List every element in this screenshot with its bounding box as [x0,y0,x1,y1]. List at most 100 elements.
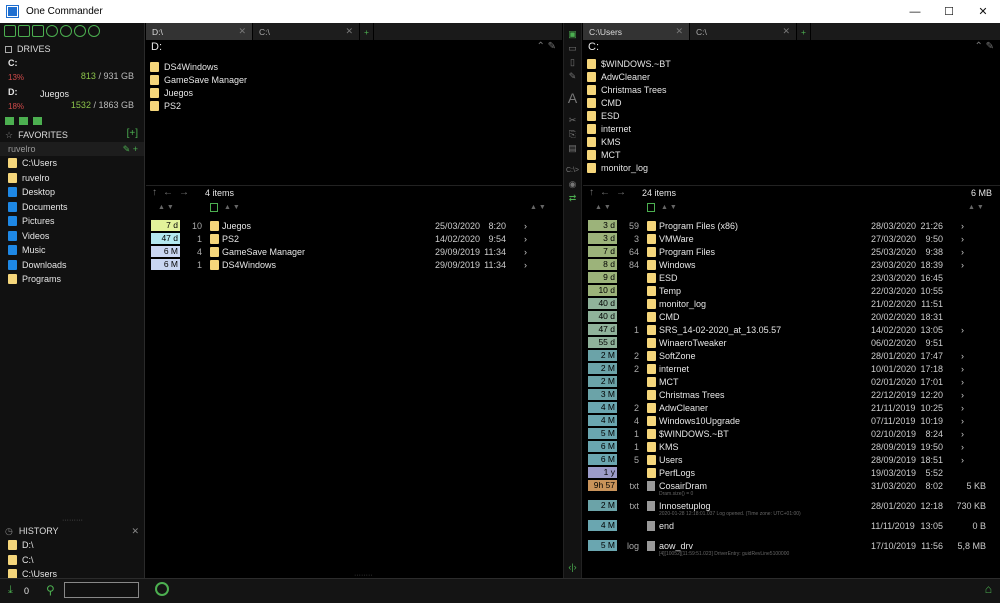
path-tools-icon[interactable]: ⌃ ✎ [974,41,994,52]
file-row[interactable]: 3 M Christmas Trees 22/12/2019 12:20 › [583,388,1000,401]
cut-icon[interactable]: ✂ [564,113,581,127]
forward-arrow-icon[interactable]: → [616,187,626,198]
right-sort-row[interactable]: ▲ ▼ ▲ ▼ ▲ ▼ [583,202,1000,215]
folder-action-icon[interactable] [19,117,28,125]
tab-right-1[interactable]: C:\ ✕ [690,23,797,40]
clear-history-icon[interactable]: ✕ [131,526,139,537]
theme-icon[interactable] [60,25,72,37]
tab-left-0[interactable]: D:\ ✕ [146,23,253,40]
folder-tree-item[interactable]: monitor_log [583,161,1000,174]
file-row[interactable]: 6 M 5 Users 28/09/2019 18:51 › [583,453,1000,466]
file-row[interactable]: 6 M 1 KMS 28/09/2019 19:50 › [583,440,1000,453]
file-row[interactable]: 6 M 4 GameSave Manager 29/09/2019 11:34 › [146,245,562,258]
sort-age-icon[interactable]: ▲ ▼ [595,204,611,211]
search-input[interactable] [64,582,139,598]
split-handle-icon[interactable]: ‹|› [564,560,581,574]
sort-date-icon[interactable]: ▲ ▼ [530,204,546,211]
back-arrow-icon[interactable]: ← [600,187,610,198]
folder-tree-item[interactable]: $WINDOWS.~BT [583,57,1000,70]
file-row[interactable]: 3 d 3 VMWare 27/03/2020 9:50 › [583,232,1000,245]
image-preview-icon[interactable]: ▣ [564,27,581,41]
expand-chevron-icon[interactable]: › [961,442,964,452]
download-queue-icon[interactable]: ⤓ [8,584,13,597]
file-row[interactable]: 47 d 1 SRS_14-02-2020_at_13.05.57 14/02/202… [583,323,1000,336]
expand-chevron-icon[interactable]: › [961,247,964,257]
list-view-icon[interactable] [18,25,30,37]
file-row[interactable]: 2 M 2 internet 10/01/2020 17:18 › [583,362,1000,375]
file-row[interactable]: 1 y PerfLogs 19/03/2019 5:52 [583,466,1000,479]
folder-tree-item[interactable]: MCT [583,148,1000,161]
folder-tree-item[interactable]: internet [583,122,1000,135]
folder-tree-item[interactable]: ESD [583,109,1000,122]
new-tab-button[interactable]: + [360,23,374,40]
back-arrow-icon[interactable]: ← [163,187,173,198]
expand-chevron-icon[interactable]: › [961,234,964,244]
expand-chevron-icon[interactable]: › [961,403,964,413]
folder-tree-item[interactable]: PS2 [146,99,562,112]
folder-tree-item[interactable]: KMS [583,135,1000,148]
font-icon[interactable]: A [564,90,581,106]
favorite-item[interactable]: Music [0,243,144,258]
file-row[interactable]: 8 d 84 Windows 23/03/2020 18:39 › [583,258,1000,271]
new-folder-icon[interactable]: ▭ [564,41,581,55]
file-row[interactable]: 5 M 1 $WINDOWS.~BT 02/10/2019 8:24 › [583,427,1000,440]
sort-name-icon[interactable]: ▲ ▼ [224,204,240,211]
file-row[interactable]: 10 d Temp 22/03/2020 10:55 [583,284,1000,297]
open-folder-icon[interactable] [33,117,42,125]
new-tab-button[interactable]: + [797,23,811,40]
folder-tree-item[interactable]: Christmas Trees [583,83,1000,96]
folder-tree-item[interactable]: CMD [583,96,1000,109]
expand-chevron-icon[interactable]: › [524,247,527,257]
swap-panes-icon[interactable]: ⇄ [564,191,581,205]
sort-age-icon[interactable]: ▲ ▼ [158,204,174,211]
favorite-item[interactable]: Pictures [0,214,144,229]
grid-view-icon[interactable] [32,25,44,37]
right-path-bar[interactable]: C: ⌃ ✎ [583,40,1000,54]
settings-gear-icon[interactable] [46,25,58,37]
up-arrow-icon[interactable]: ↑ [589,187,594,198]
file-row[interactable]: 2 M 2 SoftZone 28/01/2020 17:47 › [583,349,1000,362]
refresh-icon[interactable] [155,582,169,596]
file-row[interactable]: 9h 57 txt CosairDram 31/03/2020 8:02 5 KB Dram… [583,479,1000,497]
search-icon[interactable]: ⚲ [46,583,55,597]
drive-item[interactable]: C: 13% 813 / 931 GB [0,58,144,85]
close-tab-icon[interactable]: ✕ [782,26,790,37]
folder-tree-item[interactable]: AdwCleaner [583,70,1000,83]
expand-chevron-icon[interactable]: › [961,390,964,400]
favorite-user-row[interactable]: ruvelro ✎ + [0,142,144,156]
favorite-item[interactable]: Desktop [0,185,144,200]
expand-chevron-icon[interactable]: › [961,416,964,426]
sort-name-icon[interactable]: ▲ ▼ [661,204,677,211]
file-row[interactable]: 40 d monitor_log 21/02/2020 11:51 [583,297,1000,310]
left-path-bar[interactable]: D: ⌃ ✎ [146,40,562,54]
expand-chevron-icon[interactable]: › [961,325,964,335]
copy-icon[interactable]: ⎘ [564,127,581,141]
expand-chevron-icon[interactable]: › [961,377,964,387]
file-row[interactable]: 9 d ESD 23/03/2020 16:45 [583,271,1000,284]
folder-tree-item[interactable]: GameSave Manager [146,73,562,86]
columns-view-icon[interactable] [4,25,16,37]
path-tools-icon[interactable]: ⌃ ✎ [536,41,556,52]
network-icon[interactable]: ⌂ [985,582,992,596]
file-row[interactable]: 2 M txt Innosetuplog 28/01/2020 12:18 730 KB 2… [583,499,1000,517]
file-row[interactable]: 7 d 64 Program Files 25/03/2020 9:38 › [583,245,1000,258]
file-row[interactable]: 5 M log aow_drv 17/10/2019 11:56 5,8 MB [4][10… [583,539,1000,557]
minimize-button[interactable]: — [898,0,932,23]
favorite-item[interactable]: C:\Users [0,156,144,171]
paste-icon[interactable]: ▤ [564,141,581,155]
favorite-item[interactable]: ruvelro [0,171,144,186]
eye-icon[interactable]: ◉ [564,177,581,191]
file-row[interactable]: 4 M 4 Windows10Upgrade 07/11/2019 10:19 › [583,414,1000,427]
file-row[interactable]: 2 M MCT 02/01/2020 17:01 › [583,375,1000,388]
close-button[interactable]: ✕ [966,0,1000,23]
expand-chevron-icon[interactable]: › [961,455,964,465]
expand-chevron-icon[interactable]: › [961,221,964,231]
tab-left-1[interactable]: C:\ ✕ [253,23,360,40]
close-tab-icon[interactable]: ✕ [675,26,683,37]
atom-icon[interactable] [88,25,100,37]
close-tab-icon[interactable]: ✕ [238,26,246,37]
maximize-button[interactable]: ☐ [932,0,966,23]
expand-chevron-icon[interactable]: › [961,260,964,270]
tab-right-0[interactable]: C:\Users ✕ [583,23,690,40]
history-item[interactable]: C:\ [0,553,145,568]
